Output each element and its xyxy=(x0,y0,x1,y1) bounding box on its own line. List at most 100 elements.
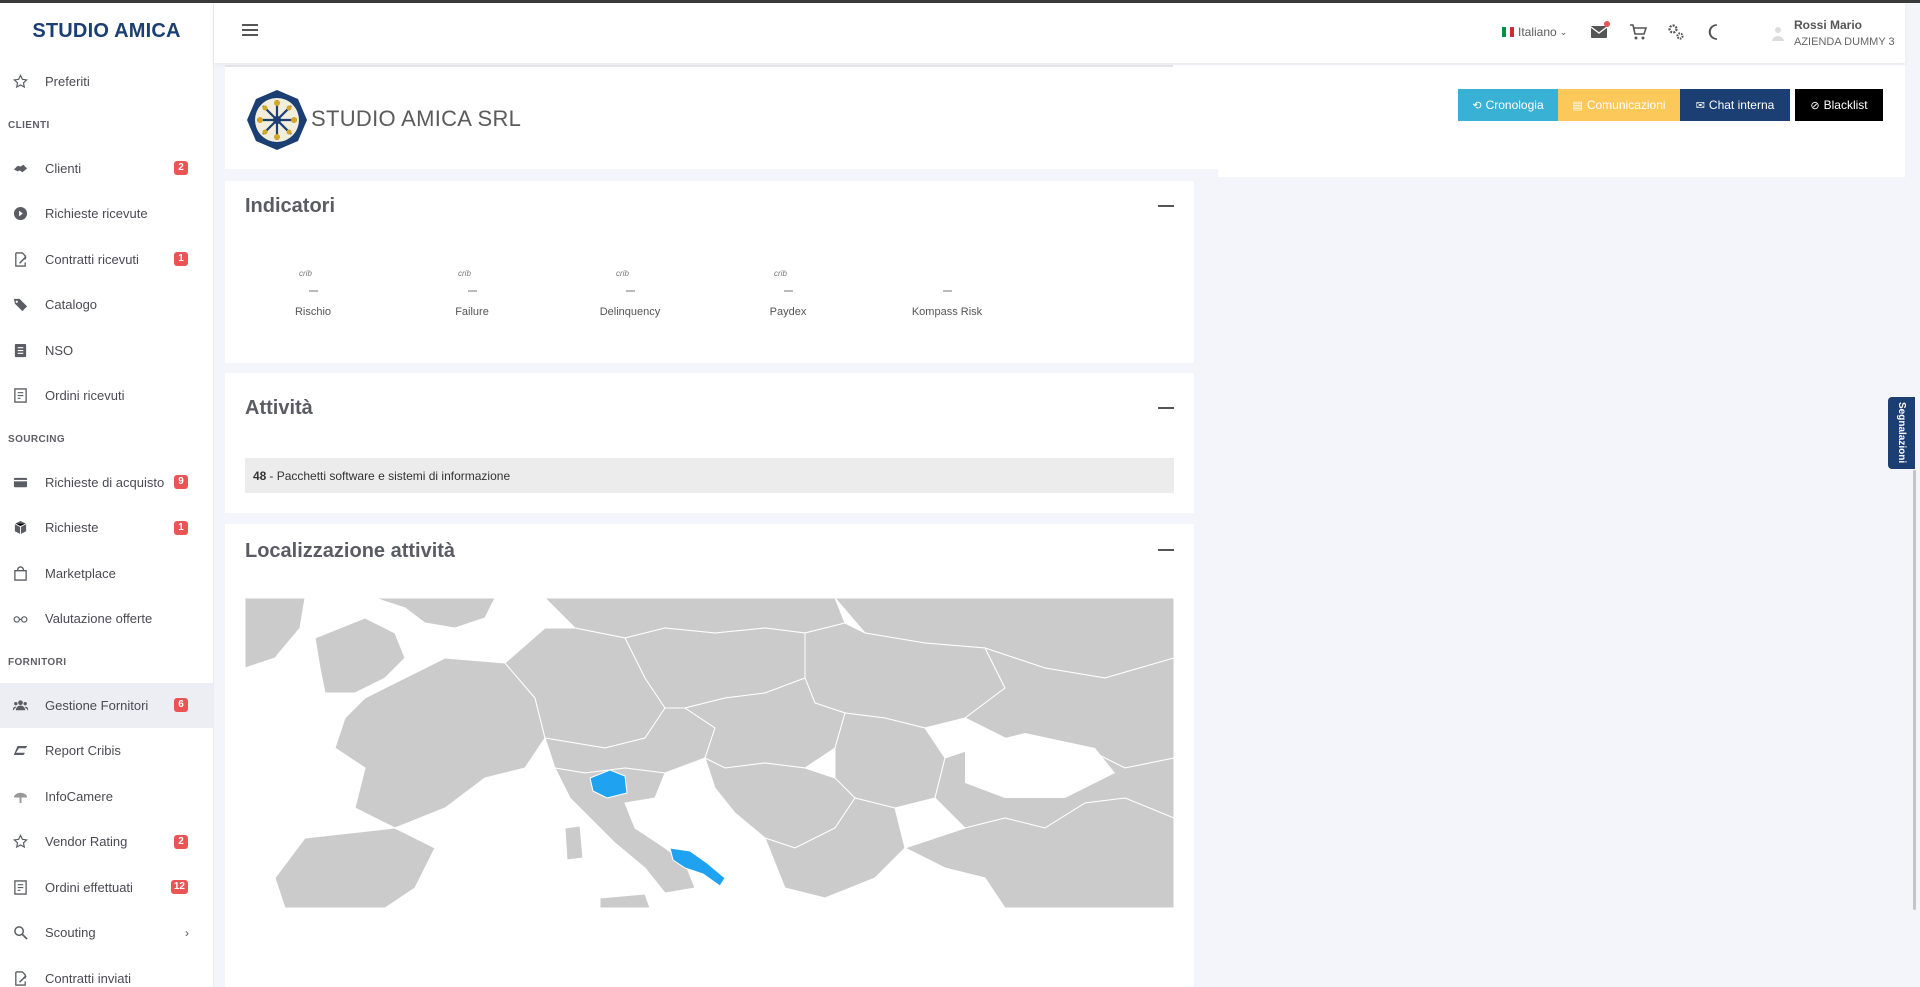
localization-card: Localizzazione attività xyxy=(225,524,1194,987)
sidebar-item-label: Contratti ricevuti xyxy=(45,251,139,267)
indicator-kompass-risk: Kompass Risk xyxy=(887,268,1007,318)
cronologia-button[interactable]: ⟲ Cronologia xyxy=(1458,89,1558,121)
sidebar-item-label: Marketplace xyxy=(45,565,116,581)
sidebar-item-label: Richieste xyxy=(45,520,99,536)
indicator-delinquency: crib Delinquency xyxy=(570,268,690,318)
collapse-icon[interactable] xyxy=(1158,205,1174,207)
collapse-icon[interactable] xyxy=(1158,549,1174,551)
file-signature-icon xyxy=(12,970,28,986)
sidebar-item-marketplace[interactable]: Marketplace xyxy=(0,551,213,597)
play-circle-icon xyxy=(12,206,28,222)
card-title: Attività xyxy=(245,397,313,419)
star-icon xyxy=(12,834,28,850)
sidebar-item-nso[interactable]: NSO xyxy=(0,328,213,374)
indicator-label: Kompass Risk xyxy=(911,306,983,318)
dark-mode-icon[interactable] xyxy=(1706,23,1724,41)
count-badge: 2 xyxy=(174,161,188,176)
svg-text:crib: crib xyxy=(458,269,471,277)
sidebar-item-gestione-fornitori[interactable]: Gestione Fornitori 6 xyxy=(0,682,213,728)
sidebar-item-label: InfoCamere xyxy=(45,788,113,804)
cart-icon[interactable] xyxy=(1629,23,1648,41)
indicator-failure: crib Failure xyxy=(412,268,532,318)
activity-code: 48 xyxy=(253,468,267,483)
menu-toggle-icon[interactable] xyxy=(242,24,258,38)
indicator-label: Paydex xyxy=(769,306,807,318)
sidebar-item-richieste[interactable]: Richieste 1 xyxy=(0,505,213,551)
svg-text:crib: crib xyxy=(299,269,312,277)
activities-card: Attività 48 - Pacchetti software e siste… xyxy=(225,373,1194,513)
count-badge: 12 xyxy=(170,880,188,895)
list-icon xyxy=(12,342,28,358)
glasses-icon xyxy=(12,611,28,627)
avatar xyxy=(1771,26,1785,42)
company-name: STUDIO AMICA SRL xyxy=(311,106,522,131)
star-icon xyxy=(12,74,28,90)
collapse-icon[interactable] xyxy=(1158,407,1174,409)
button-label: Cronologia xyxy=(1485,98,1544,112)
cribis-logo-icon: crib xyxy=(570,268,690,280)
sidebar-item-clienti[interactable]: Clienti 2 xyxy=(0,146,213,192)
cribis-logo-icon: crib xyxy=(253,268,373,280)
company-logo xyxy=(246,89,308,151)
indicator-value xyxy=(625,290,635,292)
sidebar-item-infocamere[interactable]: InfoCamere xyxy=(0,774,213,820)
brand-logo-text[interactable]: STUDIO AMICA xyxy=(0,3,213,59)
italy-flag-icon xyxy=(1502,27,1514,37)
sidebar-item-report-cribis[interactable]: Report Cribis xyxy=(0,728,213,774)
count-badge: 2 xyxy=(174,834,188,849)
sidebar-item-contratti-ricevuti[interactable]: Contratti ricevuti 1 xyxy=(0,237,213,283)
indicator-rischio: crib Rischio xyxy=(253,268,373,318)
sidebar-item-label: Gestione Fornitori xyxy=(45,697,149,713)
activity-row: 48 - Pacchetti software e sistemi di inf… xyxy=(245,458,1174,493)
handshake-icon xyxy=(12,160,28,176)
indicator-value xyxy=(942,290,952,292)
europe-map[interactable] xyxy=(245,598,1174,908)
sidebar-item-richieste-ricevute[interactable]: Richieste ricevute xyxy=(0,191,213,237)
sidebar-item-label: Preferiti xyxy=(45,74,90,90)
sidebar-item-catalogo[interactable]: Catalogo xyxy=(0,282,213,328)
indicator-label: Failure xyxy=(455,306,489,318)
user-name: Rossi Mario xyxy=(1794,18,1863,32)
top-navbar: Italiano ⌄ Rossi Mario AZIENDA DUMMY 3 xyxy=(214,3,1905,63)
cribis-logo-icon: crib xyxy=(412,268,532,280)
sidebar-item-label: Clienti xyxy=(45,160,82,176)
user-company: AZIENDA DUMMY 3 xyxy=(1794,36,1895,48)
sidebar-item-richieste-di-acquisto[interactable]: Richieste di acquisto 9 xyxy=(0,460,213,506)
sidebar-item-label: Report Cribis xyxy=(45,743,121,759)
sidebar-item-preferiti[interactable]: Preferiti xyxy=(0,59,213,105)
mail-icon[interactable] xyxy=(1590,21,1610,41)
cube-icon xyxy=(12,520,28,536)
divider xyxy=(225,65,1173,67)
sidebar-item-vendor-rating[interactable]: Vendor Rating 2 xyxy=(0,819,213,865)
indicator-value xyxy=(783,290,793,292)
scrollbar[interactable] xyxy=(1913,470,1916,910)
sidebar-item-label: Ordini effettuati xyxy=(45,879,133,895)
sidebar-item-scouting[interactable]: Scouting › xyxy=(0,910,213,956)
sidebar: STUDIO AMICA Preferiti CLIENTI Clienti 2… xyxy=(0,3,214,987)
language-selector[interactable]: Italiano ⌄ xyxy=(1502,25,1567,39)
comunicazioni-button[interactable]: ▤ Comunicazioni xyxy=(1558,89,1680,121)
credit-card-icon xyxy=(12,474,28,490)
inbox-icon: ▤ xyxy=(1572,99,1583,112)
sidebar-item-valutazione-offerte[interactable]: Valutazione offerte xyxy=(0,596,213,642)
sidebar-item-label: Richieste di acquisto xyxy=(45,474,165,490)
segnalazioni-tab[interactable]: Segnalazioni xyxy=(1888,397,1915,469)
svg-text:crib: crib xyxy=(774,269,787,277)
tags-icon xyxy=(12,297,28,313)
cribis-logo-icon: crib xyxy=(728,268,848,280)
activity-description: - Pacchetti software e sistemi di inform… xyxy=(269,468,511,483)
file-signature-icon xyxy=(12,251,28,267)
sidebar-item-ordini-ricevuti[interactable]: Ordini ricevuti xyxy=(0,373,213,419)
blacklist-button[interactable]: ⊘ Blacklist xyxy=(1795,89,1883,121)
sidebar-item-label: Valutazione offerte xyxy=(45,611,153,627)
user-menu[interactable]: Rossi Mario AZIENDA DUMMY 3 xyxy=(1756,12,1896,56)
sidebar-item-ordini-effettuati[interactable]: Ordini effettuati 12 xyxy=(0,865,213,911)
settings-icon[interactable] xyxy=(1667,23,1685,41)
chat-interna-button[interactable]: ✉ Chat interna xyxy=(1680,89,1790,121)
sidebar-item-contratti-inviati[interactable]: Contratti inviati xyxy=(0,956,213,987)
company-header-card: STUDIO AMICA SRL ⟲ Cronologia ▤ Comunicazi… xyxy=(225,65,1905,169)
users-icon xyxy=(12,697,28,713)
svg-text:crib: crib xyxy=(616,269,629,277)
notification-dot xyxy=(1604,21,1610,27)
sidebar-item-label: Ordini ricevuti xyxy=(45,388,125,404)
